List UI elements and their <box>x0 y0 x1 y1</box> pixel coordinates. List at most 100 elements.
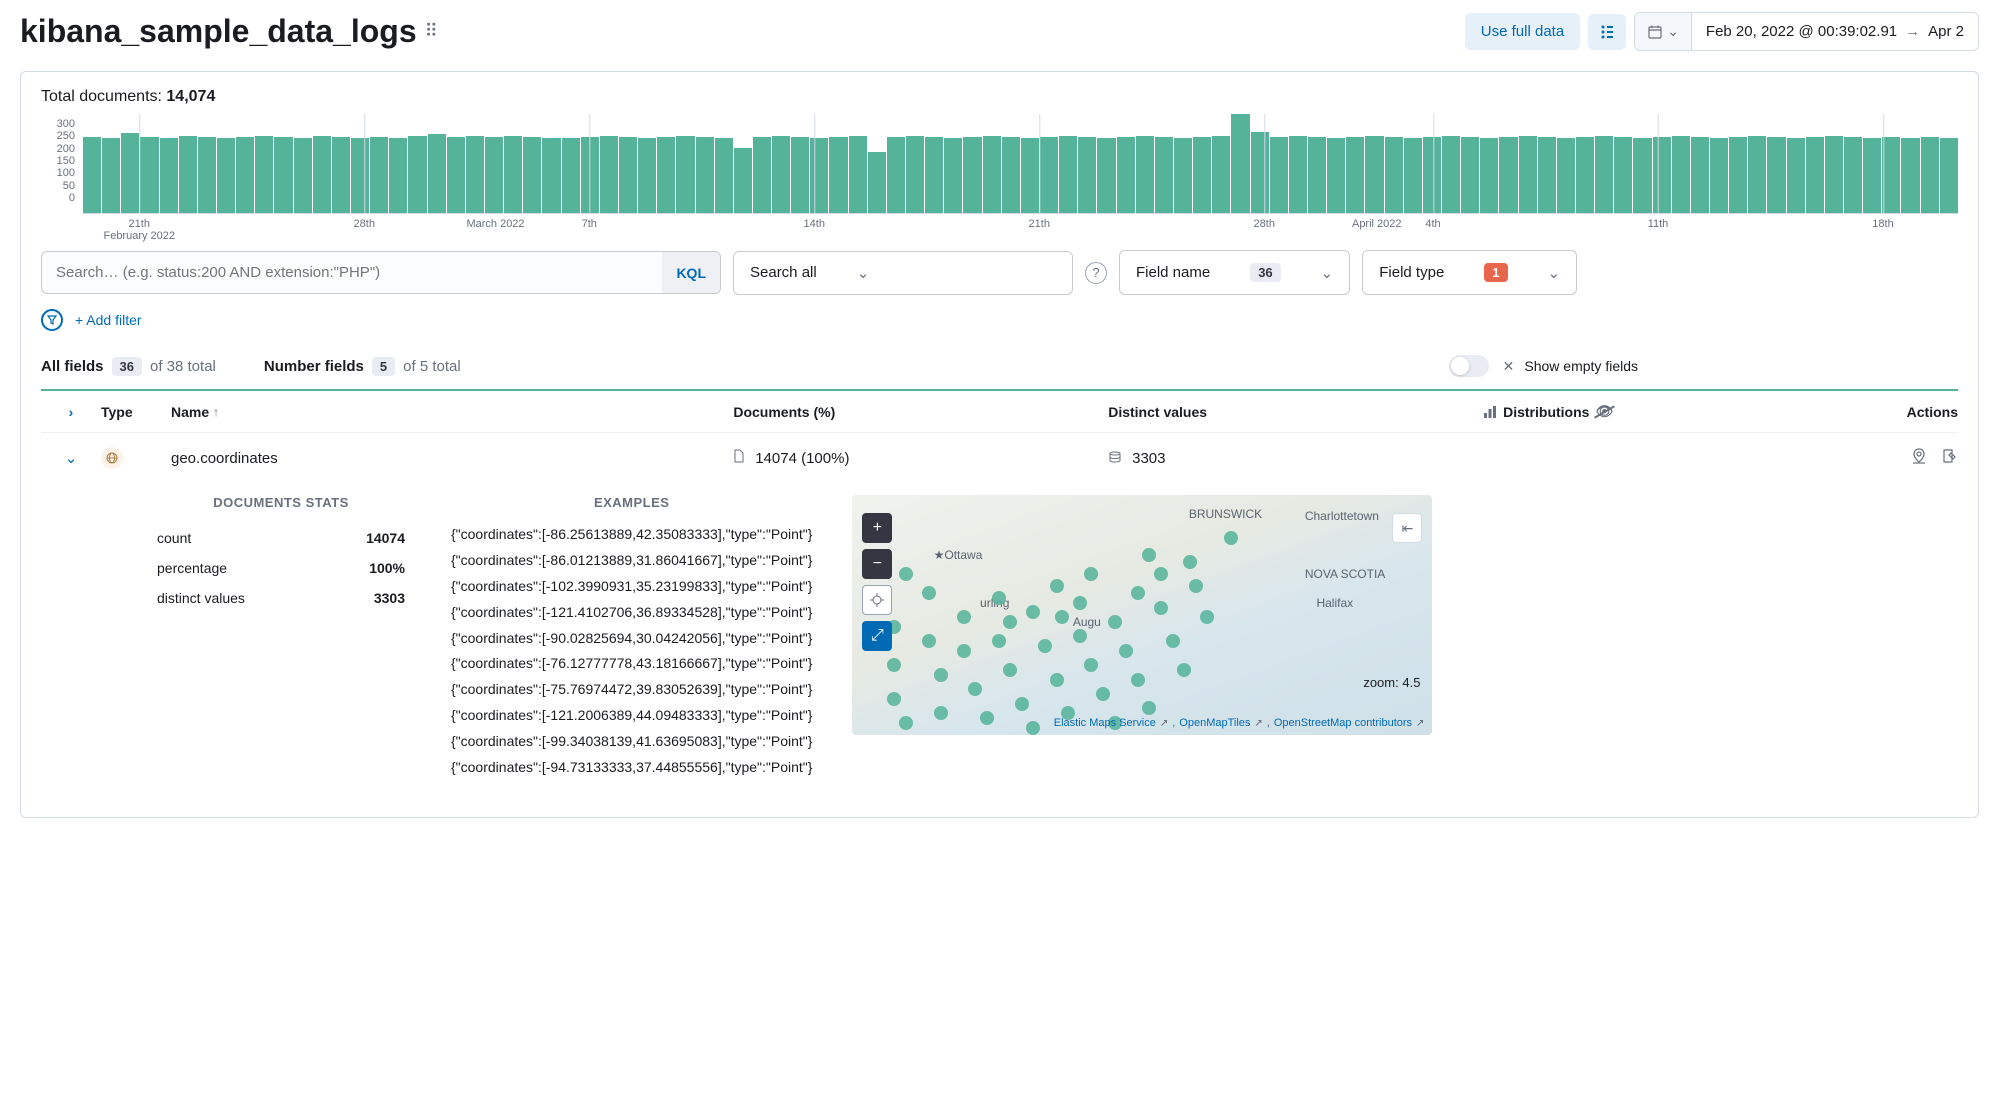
histogram-bar[interactable] <box>1538 137 1556 213</box>
histogram-bar[interactable] <box>1461 137 1479 213</box>
locate-button[interactable] <box>862 585 892 615</box>
histogram-bar[interactable] <box>619 137 637 213</box>
histogram-bar[interactable] <box>1882 137 1900 213</box>
histogram-bar[interactable] <box>1117 137 1135 213</box>
search-box[interactable]: KQL <box>41 251 721 294</box>
histogram-bar[interactable] <box>198 137 216 213</box>
add-filter-button[interactable]: + Add filter <box>75 312 142 328</box>
expand-all-icon[interactable]: › <box>41 404 101 420</box>
histogram-bar[interactable] <box>1519 136 1537 213</box>
geo-action-icon[interactable] <box>1910 447 1928 469</box>
histogram-bar[interactable] <box>294 138 312 213</box>
histogram-bar[interactable] <box>542 138 560 213</box>
histogram-bar[interactable] <box>1921 137 1939 213</box>
histogram-bar[interactable] <box>1059 136 1077 213</box>
histogram-bar[interactable] <box>447 137 465 213</box>
histogram-bar[interactable] <box>1346 137 1364 213</box>
filter-icon[interactable] <box>41 309 63 331</box>
histogram-bar[interactable] <box>1308 137 1326 213</box>
histogram-bar[interactable] <box>1729 137 1747 213</box>
histogram-bar[interactable] <box>121 133 139 213</box>
histogram-bar[interactable] <box>1174 138 1192 213</box>
date-range-picker[interactable]: ⌄ Feb 20, 2022 @ 00:39:02.91 → Apr 2 <box>1634 12 1979 51</box>
histogram-bar[interactable] <box>1863 138 1881 213</box>
map-preview[interactable]: BRUNSWICKCharlottetown★OttawaNOVA SCOTIA… <box>852 495 1432 735</box>
histogram-bar[interactable] <box>1653 137 1671 213</box>
histogram-bar[interactable] <box>255 136 273 213</box>
histogram-bar[interactable] <box>1423 137 1441 213</box>
omt-link[interactable]: OpenMapTiles <box>1179 717 1250 729</box>
histogram-bar[interactable] <box>1787 138 1805 213</box>
histogram-bar[interactable] <box>160 138 178 213</box>
histogram-bar[interactable] <box>179 136 197 213</box>
histogram-bar[interactable] <box>1614 137 1632 213</box>
show-empty-toggle[interactable] <box>1449 355 1489 377</box>
collapse-row-icon[interactable]: ⌄ <box>41 449 101 467</box>
histogram-bar[interactable] <box>1691 137 1709 213</box>
histogram-bar[interactable] <box>1825 136 1843 213</box>
zoom-out-button[interactable]: − <box>862 549 892 579</box>
col-distributions[interactable]: Distributions 👁 <box>1483 403 1858 420</box>
tab-all-fields[interactable]: All fields 36 of 38 total <box>41 357 216 376</box>
ems-link[interactable]: Elastic Maps Service <box>1054 717 1156 729</box>
histogram-bar[interactable] <box>1193 137 1211 213</box>
help-icon[interactable]: ? <box>1085 262 1107 284</box>
histogram-bar[interactable] <box>236 137 254 213</box>
histogram-bar[interactable] <box>1672 136 1690 213</box>
histogram-bar[interactable] <box>829 137 847 213</box>
histogram-bar[interactable] <box>504 136 522 213</box>
histogram-bar[interactable] <box>523 137 541 213</box>
histogram-bar[interactable] <box>1595 136 1613 213</box>
histogram-bar[interactable] <box>389 138 407 213</box>
use-full-data-button[interactable]: Use full data <box>1465 13 1580 50</box>
close-icon[interactable]: ✕ <box>1503 358 1515 375</box>
histogram-bar[interactable] <box>734 148 752 213</box>
histogram-bar[interactable] <box>1136 136 1154 213</box>
search-all-select[interactable]: Search all ⌄ <box>733 251 1073 295</box>
col-distinct[interactable]: Distinct values <box>1108 404 1483 420</box>
histogram-bar[interactable] <box>944 138 962 213</box>
histogram-bar[interactable] <box>1270 137 1288 213</box>
field-name-select[interactable]: Field name 36 ⌄ <box>1119 250 1350 295</box>
histogram-bar[interactable] <box>1231 114 1249 213</box>
osm-link[interactable]: OpenStreetMap contributors <box>1274 717 1412 729</box>
histogram-bar[interactable] <box>102 138 120 213</box>
histogram-bar[interactable] <box>1327 138 1345 213</box>
options-button[interactable] <box>1588 14 1626 50</box>
histogram-bar[interactable] <box>1002 137 1020 213</box>
search-input[interactable] <box>42 252 662 293</box>
breadcrumb-icon[interactable]: ⠿ <box>425 21 438 42</box>
expand-button[interactable]: ⤢ <box>862 621 892 651</box>
histogram-bar[interactable] <box>1940 138 1958 213</box>
histogram-bar[interactable] <box>791 137 809 213</box>
histogram-bar[interactable] <box>1576 137 1594 213</box>
histogram-bar[interactable] <box>332 137 350 213</box>
histogram-bar[interactable] <box>274 137 292 213</box>
histogram-bar[interactable] <box>887 137 905 213</box>
histogram-bar[interactable] <box>1155 137 1173 213</box>
histogram-bar[interactable] <box>1078 137 1096 213</box>
histogram-bar[interactable] <box>408 136 426 213</box>
col-name[interactable]: Name ↑ <box>171 404 733 420</box>
histogram-bar[interactable] <box>849 136 867 213</box>
kql-button[interactable]: KQL <box>662 252 720 293</box>
histogram-bar[interactable] <box>600 136 618 213</box>
histogram-bar[interactable] <box>1901 138 1919 213</box>
histogram-bar[interactable] <box>1557 138 1575 213</box>
histogram-bar[interactable] <box>1021 138 1039 213</box>
histogram-bar[interactable] <box>676 136 694 213</box>
histogram-bar[interactable] <box>485 137 503 213</box>
histogram-bar[interactable] <box>83 137 101 213</box>
histogram-bar[interactable] <box>753 137 771 213</box>
histogram-bar[interactable] <box>657 137 675 213</box>
histogram-bar[interactable] <box>351 138 369 213</box>
field-type-select[interactable]: Field type 1 ⌄ <box>1362 250 1577 295</box>
histogram-bar[interactable] <box>1480 138 1498 213</box>
histogram-bar[interactable] <box>1844 137 1862 213</box>
histogram-bar[interactable] <box>772 136 790 213</box>
edit-action-icon[interactable] <box>1940 447 1958 469</box>
histogram-bar[interactable] <box>217 138 235 213</box>
histogram-bar[interactable] <box>810 138 828 213</box>
histogram-bar[interactable] <box>963 137 981 213</box>
histogram-bar[interactable] <box>696 137 714 213</box>
